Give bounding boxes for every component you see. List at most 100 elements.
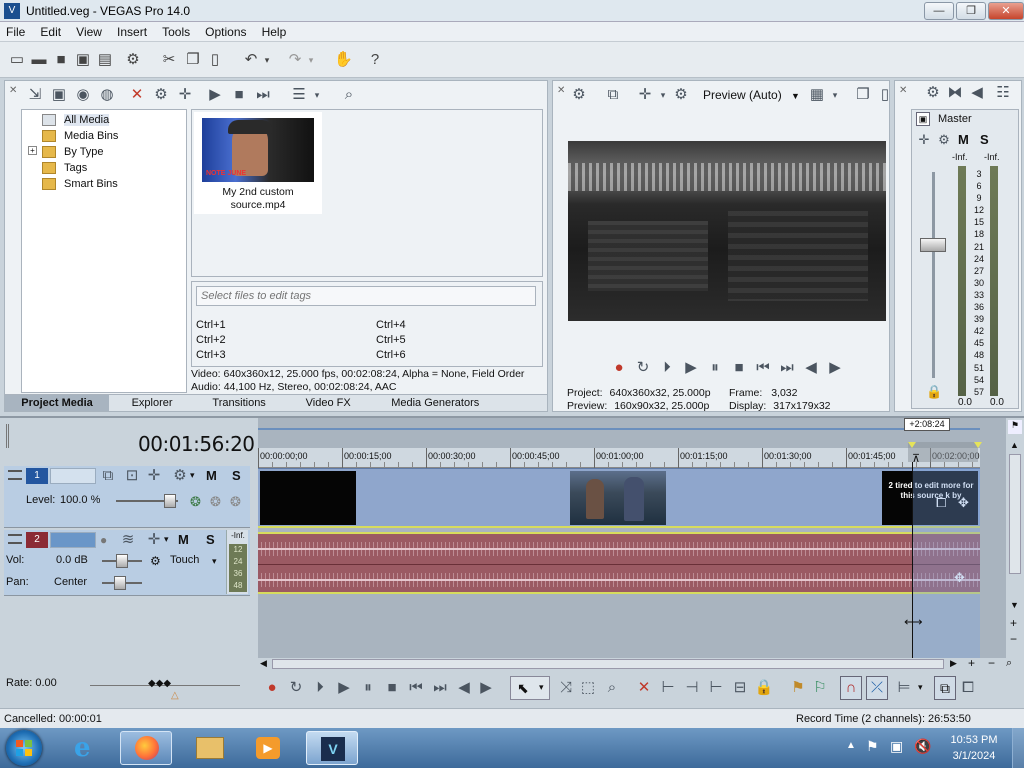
save-snapshot-icon[interactable]: ▯ <box>875 85 895 105</box>
menu-tools[interactable]: Tools <box>156 22 196 42</box>
auto-ripple-dropdown-icon[interactable]: ▾ <box>918 682 923 693</box>
menu-edit[interactable]: Edit <box>34 22 67 42</box>
zoom-tool-transport-icon[interactable]: ⌕ <box>602 678 622 698</box>
video-track-fx-icon[interactable]: ⚙ <box>170 466 190 486</box>
render-icon[interactable]: ▤ <box>96 51 114 69</box>
tab-explorer[interactable]: Explorer <box>112 395 192 411</box>
split-icon[interactable]: ✛ <box>175 85 195 105</box>
audio-track-solo-button[interactable]: S <box>206 532 215 547</box>
track-motion-icon[interactable]: ⧉ <box>98 466 118 486</box>
tree-item-tags[interactable]: Tags <box>42 160 87 176</box>
media-fx-icon[interactable]: ⚙ <box>151 85 171 105</box>
internet-explorer-taskbar-icon[interactable]: e <box>62 731 114 765</box>
play-from-start-icon[interactable]: ⏵ <box>657 358 677 378</box>
time-ruler[interactable]: 00:00:00;00 00:00:15;00 00:00:30;00 00:00:4… <box>258 448 980 468</box>
get-media-icon[interactable]: ◉ <box>73 85 93 105</box>
lock-envelopes-icon[interactable]: ⧉ <box>934 676 956 700</box>
master-solo-button[interactable]: S <box>980 132 989 147</box>
overlays-dropdown-icon[interactable]: ▾ <box>829 85 841 105</box>
trim-icon[interactable]: ⊢ <box>658 678 678 698</box>
lock-icon[interactable]: 🔒 <box>754 678 774 698</box>
action-center-flag-icon[interactable]: ⚑ <box>866 738 879 755</box>
what-is-this-icon[interactable]: ✋ <box>334 51 353 69</box>
paste-icon[interactable]: ▯ <box>206 51 224 69</box>
properties-gear-icon[interactable]: ⚙ <box>124 51 142 69</box>
downmix-icon[interactable]: ⧓ <box>945 83 965 103</box>
zoom-out-horizontal-icon[interactable]: − <box>988 656 995 670</box>
go-to-start-icon[interactable]: ⏮ <box>753 358 773 378</box>
video-track-header[interactable]: 1 ⧉ ⊡ ✛ ⚙ ▾ M S Level: 100.0 % ❂ ❂ ❂ <box>4 466 250 528</box>
tab-project-media[interactable]: Project Media <box>5 395 109 411</box>
auto-ripple-icon[interactable]: ⊨ <box>894 678 914 698</box>
video-track-lane[interactable]: 2 tired to edit more for this source k b… <box>258 468 980 528</box>
file-explorer-taskbar-icon[interactable] <box>184 731 236 765</box>
master-close-icon[interactable]: ✕ <box>899 85 907 96</box>
parent-compositing-icon[interactable]: ❂ <box>210 494 221 510</box>
show-desktop-button[interactable] <box>1012 728 1024 768</box>
audio-track-fx-icon[interactable]: ✛ <box>144 530 164 550</box>
loop-region-bar[interactable] <box>258 420 980 430</box>
tree-item-by-type[interactable]: By Type <box>42 144 104 160</box>
audio-track-name-field[interactable] <box>50 532 96 548</box>
tree-item-all-media[interactable]: All Media <box>42 112 110 128</box>
master-fx-icon[interactable]: ▣ <box>916 112 930 126</box>
timeline-vertical-scrollbar[interactable]: ⚑ ▲ ▼ + − <box>1006 418 1024 658</box>
insert-marker-icon[interactable]: ⚑ <box>788 678 808 698</box>
trim-end-icon[interactable]: ⊢ <box>706 678 726 698</box>
auto-preview-icon[interactable]: ⏭ <box>253 85 273 105</box>
play-icon[interactable]: ▶ <box>205 85 225 105</box>
preview-close-icon[interactable]: ✕ <box>557 85 565 96</box>
video-fx-icon[interactable]: ⚙ <box>671 85 691 105</box>
video-level-slider-handle[interactable] <box>164 494 176 508</box>
save-icon[interactable]: ■ <box>52 51 70 69</box>
volume-muted-icon[interactable]: 🔇 <box>914 738 931 755</box>
rate-slider-handle[interactable]: ◆◆◆ <box>148 678 171 689</box>
timeline-loop-icon[interactable]: ↻ <box>286 678 306 698</box>
composite-mode-icon[interactable]: ❂ <box>190 494 201 510</box>
maximize-button[interactable]: ❐ <box>956 2 986 20</box>
redo-icon[interactable]: ↷ <box>286 51 304 69</box>
video-track-name-field[interactable] <box>50 468 96 484</box>
trim-start-icon[interactable]: ⊣ <box>682 678 702 698</box>
marker-flag-icon[interactable]: ⚑ <box>1008 420 1022 434</box>
insert-region-icon[interactable]: ⚐ <box>810 678 830 698</box>
envelope-tool-icon[interactable]: ⤨ <box>556 678 576 698</box>
dim-output-icon[interactable]: ◀ <box>967 83 987 103</box>
show-hidden-icons-icon[interactable]: ▲ <box>846 740 856 751</box>
video-track-minimize-icon[interactable] <box>8 470 22 480</box>
tree-item-media-bins[interactable]: Media Bins <box>42 128 118 144</box>
record-icon[interactable]: ● <box>609 358 629 378</box>
mixer-settings-icon[interactable]: ☷ <box>993 83 1013 103</box>
split-event-icon[interactable]: ⊟ <box>730 678 750 698</box>
previous-frame-icon[interactable]: ◀ <box>801 358 821 378</box>
views-icon[interactable]: ☰ <box>289 85 309 105</box>
audio-track-fx-dropdown-icon[interactable]: ▾ <box>164 534 169 545</box>
preview-pause-icon[interactable]: ⏸ <box>705 358 725 378</box>
next-frame-icon[interactable]: ▶ <box>825 358 845 378</box>
preview-quality-dropdown[interactable]: Preview (Auto) ▼ <box>703 88 800 102</box>
media-thumbnail-item[interactable]: NOTE JUNE My 2nd custom source.mp4 <box>194 112 322 214</box>
overlays-icon[interactable]: ▦ <box>807 85 827 105</box>
scroll-left-icon[interactable]: ◀ <box>260 658 267 669</box>
timeline-go-start-icon[interactable]: ⏮ <box>406 678 426 698</box>
tab-media-generators[interactable]: Media Generators <box>373 395 497 411</box>
panel-close-icon[interactable]: ✕ <box>9 85 17 96</box>
ignore-grouping-icon[interactable]: ⧠ <box>958 678 978 698</box>
system-clock[interactable]: 10:53 PM 3/1/2024 <box>942 732 1006 764</box>
timeline-pause-icon[interactable]: ⏸ <box>358 678 378 698</box>
audio-vol-slider-handle[interactable] <box>116 554 128 568</box>
video-bypass-icon[interactable]: ⊡ <box>122 466 142 486</box>
zoom-in-vertical-icon[interactable]: + <box>1010 616 1017 630</box>
video-track-fx-dropdown-icon[interactable]: ▾ <box>190 470 195 481</box>
start-button[interactable] <box>6 730 42 766</box>
timeline-go-end-icon[interactable]: ⏭ <box>430 678 450 698</box>
delete-icon[interactable]: ✕ <box>634 678 654 698</box>
save-as-icon[interactable]: ▣ <box>74 51 92 69</box>
cut-icon[interactable]: ✂ <box>160 51 178 69</box>
web-icon[interactable]: ◍ <box>97 85 117 105</box>
views-dropdown-icon[interactable]: ▾ <box>311 85 323 105</box>
minimize-button[interactable]: — <box>924 2 954 20</box>
auto-crossfade-icon[interactable]: ⤫ <box>866 676 888 700</box>
snapping-icon[interactable]: ∩ <box>840 676 862 700</box>
loop-playback-icon[interactable]: ↻ <box>633 358 653 378</box>
